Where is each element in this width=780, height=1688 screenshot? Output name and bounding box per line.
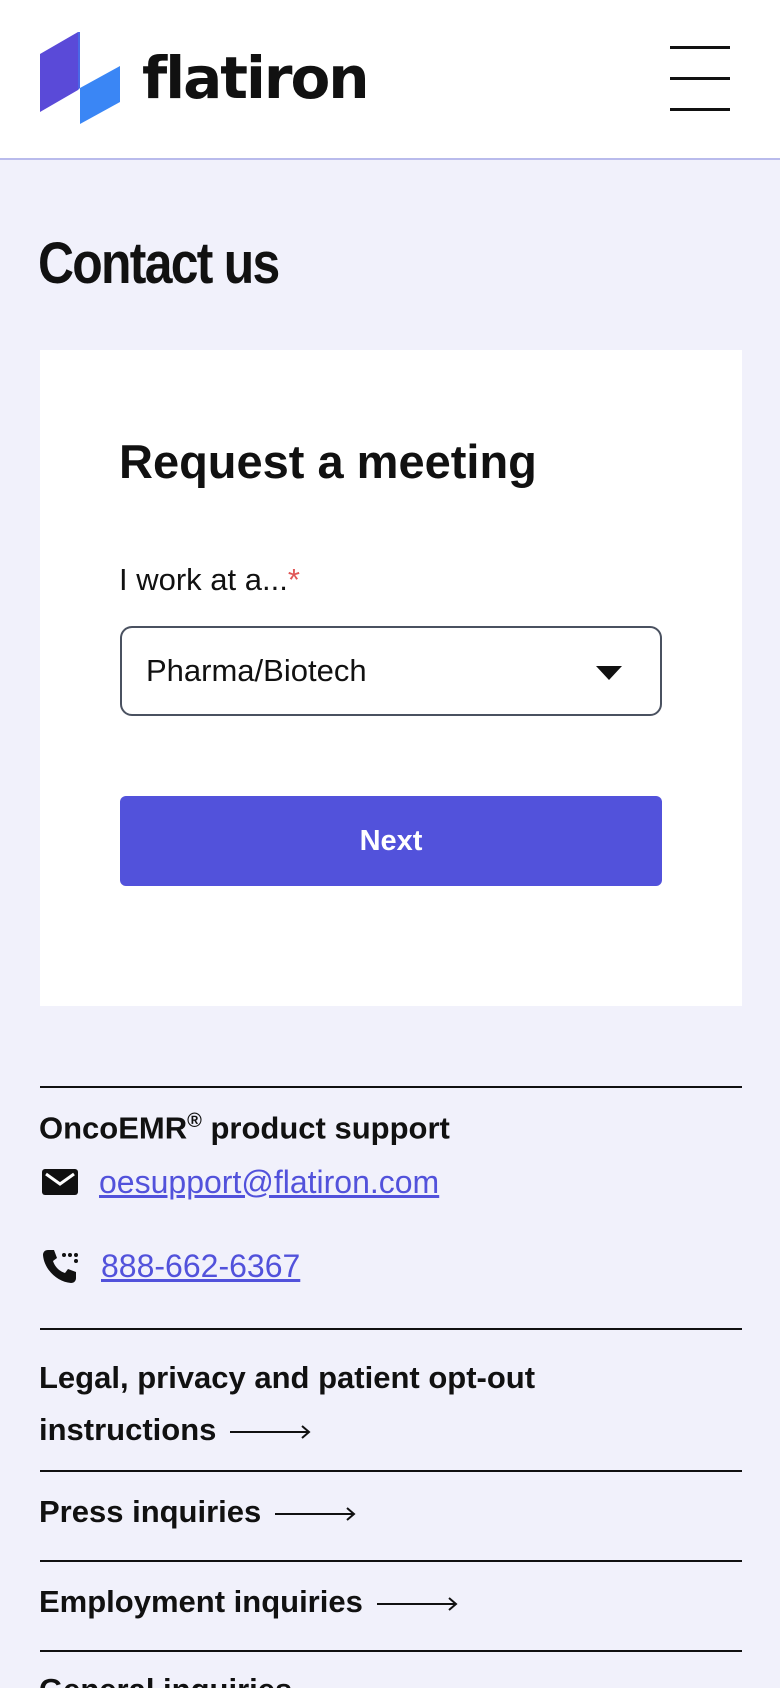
divider [40, 1328, 742, 1330]
support-phone-row: 888-662-6367 [40, 1246, 300, 1286]
arrow-right-icon [275, 1507, 356, 1521]
flatiron-logo-mark-icon [40, 32, 120, 124]
support-email-link[interactable]: oesupport@flatiron.com [99, 1164, 439, 1201]
workplace-label: I work at a...* [119, 562, 300, 598]
arrow-right-icon [230, 1425, 311, 1439]
registered-mark: ® [187, 1110, 202, 1132]
page-title: Contact us [38, 231, 280, 296]
hamburger-menu-icon[interactable] [670, 46, 730, 112]
general-inquiries-label: General inquiries [39, 1672, 292, 1688]
phone-icon [43, 1250, 78, 1283]
general-inquiries-link[interactable]: General inquiries [39, 1672, 292, 1688]
menu-line [670, 77, 730, 80]
support-phone-link[interactable]: 888-662-6367 [101, 1248, 300, 1285]
legal-privacy-link[interactable]: Legal, privacy and patient opt-out instr… [39, 1352, 535, 1456]
legal-privacy-link-line1: Legal, privacy and patient opt-out [39, 1360, 536, 1395]
employment-inquiries-link[interactable]: Employment inquiries [39, 1584, 459, 1620]
workplace-select-value: Pharma/Biotech [146, 653, 367, 688]
press-inquiries-link[interactable]: Press inquiries [39, 1494, 357, 1530]
support-email-row: oesupport@flatiron.com [40, 1162, 439, 1202]
flatiron-logo[interactable]: flatiron [40, 32, 370, 124]
form-title: Request a meeting [119, 435, 537, 488]
workplace-label-text: I work at a... [119, 562, 288, 597]
employment-inquiries-label: Employment inquiries [39, 1584, 363, 1619]
legal-privacy-link-line2: instructions [39, 1412, 217, 1447]
divider [40, 1560, 742, 1562]
next-button[interactable]: Next [120, 796, 662, 886]
arrow-right-icon [376, 1597, 458, 1611]
support-heading: OncoEMR® product support [39, 1110, 450, 1146]
workplace-select[interactable]: Pharma/Biotech [120, 626, 662, 716]
caret-down-icon [596, 666, 622, 680]
request-meeting-card: Request a meeting I work at a...* Pharma… [40, 350, 742, 1006]
divider [40, 1650, 742, 1652]
divider [40, 1086, 742, 1088]
site-header: flatiron [0, 0, 780, 160]
menu-line [670, 46, 730, 49]
menu-line [670, 108, 730, 111]
required-asterisk: * [287, 562, 300, 597]
mail-icon [42, 1169, 78, 1195]
brand-name: flatiron [142, 44, 370, 112]
support-heading-product: OncoEMR [39, 1110, 188, 1146]
divider [40, 1470, 742, 1472]
support-heading-suffix: product support [201, 1110, 450, 1146]
press-inquiries-label: Press inquiries [39, 1494, 262, 1529]
